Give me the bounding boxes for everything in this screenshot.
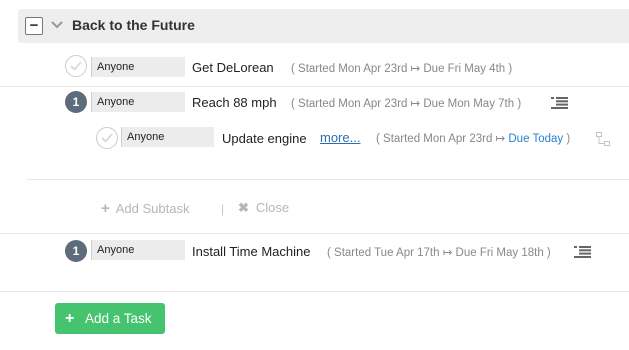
subtask-count-badge[interactable]: 1 xyxy=(65,240,87,262)
due-today-label: Due Today xyxy=(508,133,564,145)
assignee-select[interactable]: Anyone xyxy=(91,240,185,260)
row-divider xyxy=(0,233,629,234)
add-task-label: Add a Task xyxy=(85,311,152,326)
subtask-dates-suffix: ) xyxy=(563,133,571,145)
subtask-divider xyxy=(27,179,629,180)
subtask-dates: ( Started Mon Apr 23rd ↦ Due Today ) xyxy=(376,131,570,145)
task-name[interactable]: Reach 88 mph xyxy=(192,95,277,110)
task-dates: ( Started Mon Apr 23rd ↦ Due Fri May 4th… xyxy=(291,63,513,75)
task-name[interactable]: Install Time Machine xyxy=(192,244,311,259)
plus-icon: + xyxy=(65,310,75,327)
chevron-down-icon[interactable] xyxy=(50,18,64,32)
task-complete-checkbox[interactable] xyxy=(65,55,87,77)
task-name[interactable]: Get DeLorean xyxy=(192,60,274,75)
subtask-count-badge[interactable]: 1 xyxy=(65,91,87,113)
checkmark-icon xyxy=(101,133,113,143)
group-title: Back to the Future xyxy=(72,17,195,33)
assignee-select[interactable]: Anyone xyxy=(91,57,185,77)
add-subtask-label: Add Subtask xyxy=(115,201,190,216)
group-header: − Back to the Future xyxy=(18,9,629,43)
task-dates: ( Started Mon Apr 23rd ↦ Due Mon May 7th… xyxy=(291,98,522,110)
subtask-name[interactable]: Update engine xyxy=(222,131,307,146)
row-divider xyxy=(0,291,629,292)
more-link[interactable]: more... xyxy=(320,130,360,145)
row-divider xyxy=(0,86,629,87)
subtask-complete-checkbox[interactable] xyxy=(96,127,118,149)
checkmark-icon xyxy=(70,61,82,71)
plus-icon: + xyxy=(101,200,110,217)
assignee-select[interactable]: Anyone xyxy=(91,92,185,112)
description-icon[interactable] xyxy=(551,97,568,109)
close-icon: ✖ xyxy=(238,200,249,215)
description-icon[interactable] xyxy=(574,246,591,258)
subtask-dates-prefix: ( Started Mon Apr 23rd ↦ xyxy=(376,133,509,145)
close-label: Close xyxy=(255,200,290,215)
close-subtask-button[interactable]: ✖ Close xyxy=(238,200,289,216)
subtask-icon[interactable] xyxy=(596,132,610,146)
add-task-button[interactable]: + Add a Task xyxy=(55,303,165,334)
task-dates: ( Started Tue Apr 17th ↦ Due Fri May 18t… xyxy=(327,247,551,259)
collapse-group-button[interactable]: − xyxy=(25,17,43,35)
add-subtask-button[interactable]: + Add Subtask xyxy=(101,200,189,217)
assignee-select[interactable]: Anyone xyxy=(121,127,214,147)
separator: | xyxy=(221,202,225,216)
